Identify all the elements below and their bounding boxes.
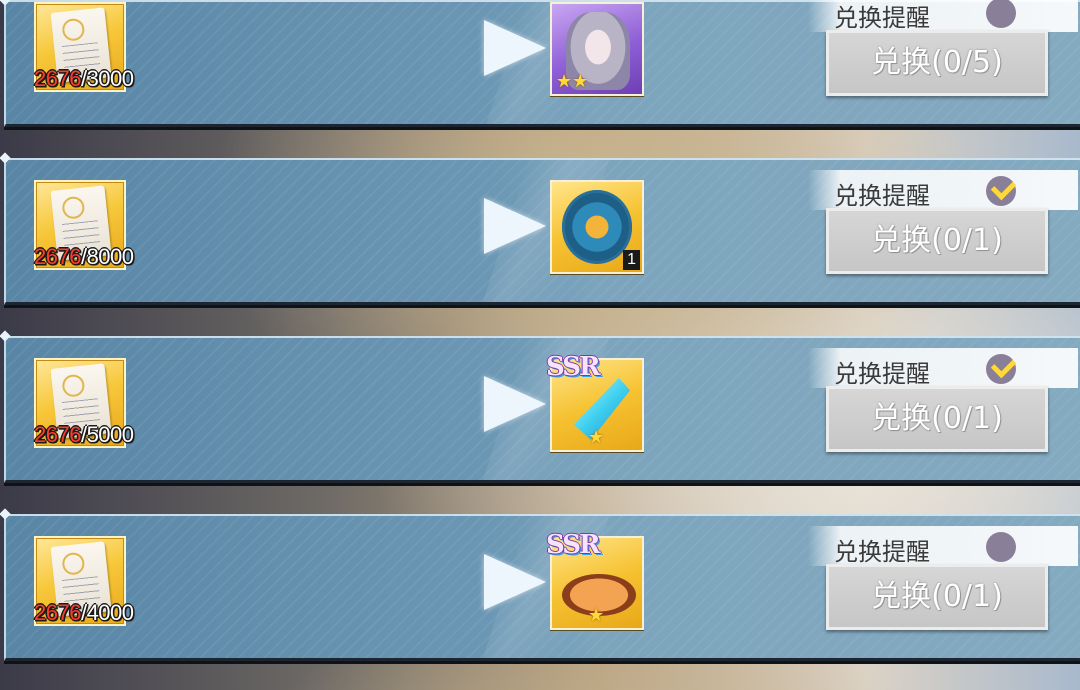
arrow-right-icon — [484, 554, 546, 610]
cost-counter: 2676/5000 — [34, 422, 134, 448]
cost-need: /3000 — [80, 66, 134, 91]
remind-label: 兑换提醒 — [834, 182, 930, 210]
remind-toggle-row: 兑换提醒 — [808, 348, 1078, 388]
remind-toggle-row: 兑换提醒 — [808, 170, 1078, 210]
star-rating: ★ — [588, 427, 605, 448]
exchange-row: 2676/5000 SSR ★ 兑换提醒 兑换(0/1) — [0, 336, 1080, 512]
exchange-row: 2676/4000 SSR ★ 兑换提醒 兑换(0/1) — [0, 514, 1080, 690]
remind-toggle-row: 兑换提醒 — [808, 526, 1078, 566]
arrow-right-icon — [484, 20, 546, 76]
remind-toggle-off-icon[interactable] — [986, 532, 1016, 562]
exchange-button[interactable]: 兑换(0/5) — [826, 30, 1048, 96]
arrow-right-icon — [484, 198, 546, 254]
reward-portrait-icon[interactable]: ★★ — [550, 2, 644, 96]
reward-sword-icon[interactable]: SSR ★ — [546, 352, 644, 452]
medal-icon — [562, 190, 632, 264]
cost-counter: 2676/3000 — [34, 66, 134, 92]
remind-toggle-row: 兑换提醒 — [808, 0, 1078, 32]
cost-have: 2676 — [34, 244, 81, 269]
cost-need: /5000 — [80, 422, 134, 447]
remind-label: 兑换提醒 — [834, 538, 930, 566]
cost-counter: 2676/4000 — [34, 600, 134, 626]
arrow-right-icon — [484, 376, 546, 432]
ssr-badge: SSR — [546, 530, 601, 560]
exchange-row: 2676/8000 1 兑换提醒 兑换(0/1) — [0, 158, 1080, 334]
cost-have: 2676 — [34, 600, 81, 625]
remind-toggle-check-icon[interactable] — [986, 176, 1016, 206]
exchange-button[interactable]: 兑换(0/1) — [826, 564, 1048, 630]
reward-cake-icon[interactable]: SSR ★ — [546, 530, 644, 630]
remind-toggle-check-icon[interactable] — [986, 354, 1016, 384]
exchange-button[interactable]: 兑换(0/1) — [826, 386, 1048, 452]
cost-have: 2676 — [34, 66, 81, 91]
star-rating: ★★ — [556, 71, 589, 92]
remind-label: 兑换提醒 — [834, 4, 930, 32]
ssr-badge: SSR — [546, 352, 601, 382]
remind-label: 兑换提醒 — [834, 360, 930, 388]
reward-quantity: 1 — [623, 250, 640, 270]
reward-medal-icon[interactable]: 1 — [550, 180, 644, 274]
exchange-row: 2676/3000 ★★ 兑换提醒 兑换(0/5) — [0, 0, 1080, 156]
cost-have: 2676 — [34, 422, 81, 447]
remind-toggle-off-icon[interactable] — [986, 0, 1016, 28]
star-rating: ★ — [588, 605, 605, 626]
cost-counter: 2676/8000 — [34, 244, 134, 270]
cost-need: /8000 — [80, 244, 134, 269]
cost-need: /4000 — [80, 600, 134, 625]
exchange-button[interactable]: 兑换(0/1) — [826, 208, 1048, 274]
